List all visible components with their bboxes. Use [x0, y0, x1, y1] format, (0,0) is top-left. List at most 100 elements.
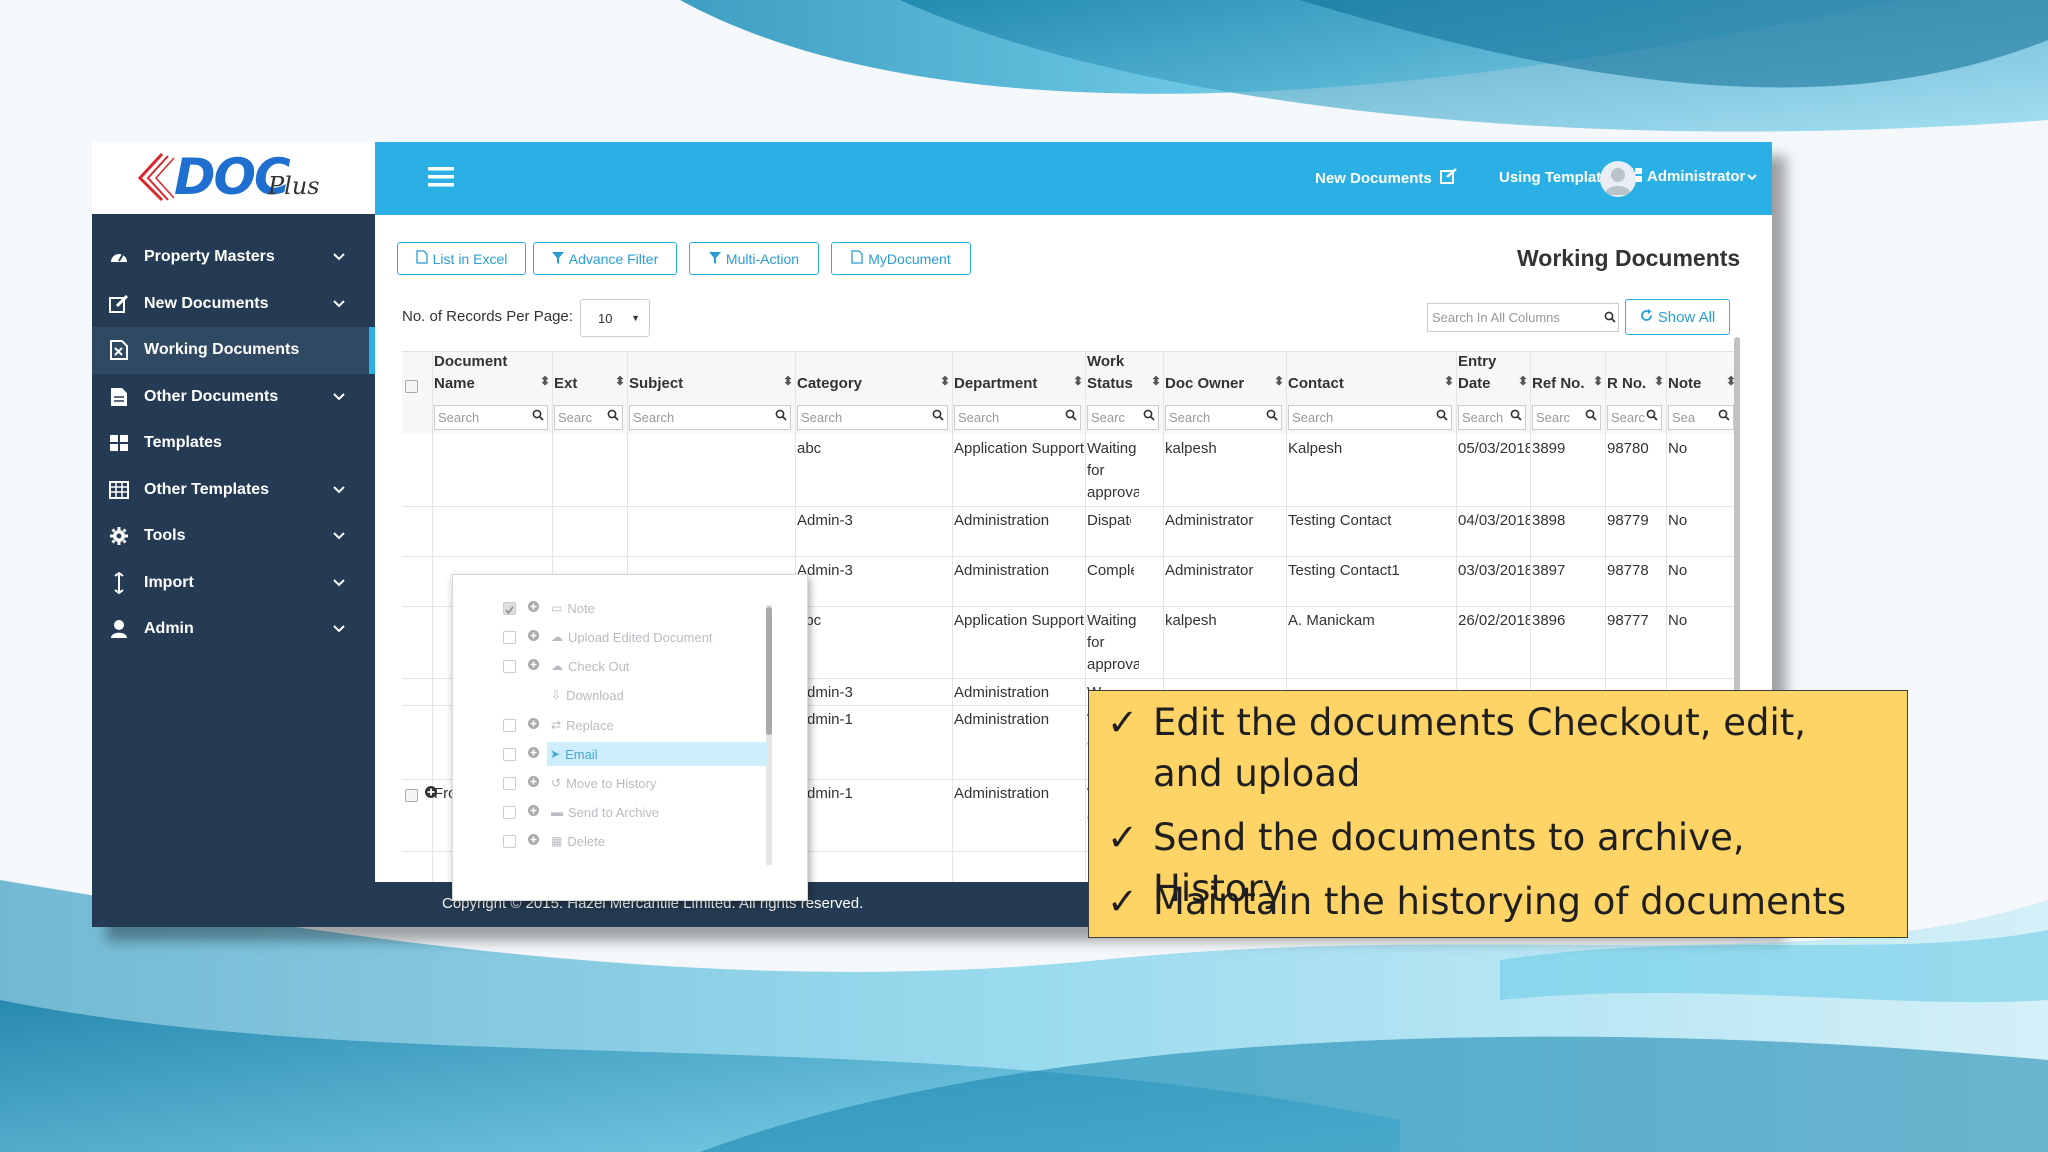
column-search-placeholder: Searc: [1091, 410, 1125, 425]
column-search-input[interactable]: Searc: [554, 405, 623, 430]
expand-plus-icon[interactable]: [527, 717, 540, 735]
popup-item-email[interactable]: ➤ Email: [547, 742, 767, 766]
table-cell: 98779: [1607, 512, 1649, 529]
column-header[interactable]: Doc Owner ⬍: [1163, 352, 1286, 400]
sidebar-item-import[interactable]: Import: [92, 560, 375, 607]
table-cell: 26/02/2018: [1458, 612, 1530, 629]
expand-plus-icon[interactable]: [527, 833, 540, 851]
table-cell: abc: [797, 440, 822, 457]
popup-row-checkbox[interactable]: [503, 748, 516, 761]
popup-row-checkbox[interactable]: [503, 835, 516, 848]
column-search-input[interactable]: Search: [629, 405, 791, 430]
sort-icon[interactable]: ⬍: [1444, 370, 1454, 392]
my-document-button[interactable]: MyDocument: [831, 242, 971, 275]
expand-plus-icon[interactable]: [527, 600, 540, 618]
column-search-input[interactable]: Search: [1165, 405, 1282, 430]
sidebar-item-other-templates[interactable]: Other Templates: [92, 467, 375, 514]
popup-item-send-to-archive[interactable]: ▬ Send to Archive: [548, 800, 763, 824]
list-in-excel-button[interactable]: List in Excel: [397, 242, 526, 275]
sort-icon[interactable]: ⬍: [1593, 370, 1603, 392]
popup-row-checkbox[interactable]: [503, 631, 516, 644]
popup-item-move-to-history[interactable]: ↺ Move to History: [548, 771, 763, 795]
column-header[interactable]: Subject ⬍: [627, 352, 795, 400]
column-search-input[interactable]: Sea: [1668, 405, 1734, 430]
sidebar-item-other-documents[interactable]: Other Documents: [92, 374, 375, 421]
column-search-input[interactable]: Searc: [1532, 405, 1601, 430]
expand-plus-icon[interactable]: [527, 775, 540, 793]
column-search-input[interactable]: Search: [434, 405, 548, 430]
avatar[interactable]: [1600, 161, 1636, 197]
sort-icon[interactable]: ⬍: [540, 370, 550, 392]
user-menu[interactable]: Administrator: [1647, 168, 1758, 185]
column-search-input[interactable]: Search: [954, 405, 1081, 430]
column-search-input[interactable]: Searc: [1607, 405, 1662, 430]
popup-item-check-out[interactable]: ☁ Check Out: [548, 654, 763, 678]
sort-icon[interactable]: ⬍: [615, 370, 625, 392]
popup-row-checkbox[interactable]: [503, 602, 516, 615]
row-checkbox[interactable]: [405, 789, 418, 802]
popup-item-note[interactable]: ▭ Note: [548, 596, 763, 620]
popup-item-delete[interactable]: ▦ Delete: [548, 829, 763, 853]
sidebar-item-admin[interactable]: Admin: [92, 606, 375, 653]
column-header[interactable]: Document Name ⬍: [432, 352, 552, 400]
show-all-button[interactable]: Show All: [1625, 299, 1730, 335]
edit-icon: [1439, 168, 1458, 188]
expand-plus-icon[interactable]: [527, 629, 540, 647]
sidebar-item-property-masters[interactable]: Property Masters: [92, 234, 375, 281]
column-search-input[interactable]: Search: [1458, 405, 1526, 430]
records-per-page-label: No. of Records Per Page:: [402, 308, 573, 325]
search-icon: [1510, 409, 1522, 424]
expand-plus-icon[interactable]: [424, 785, 438, 804]
column-search-input[interactable]: Search: [797, 405, 948, 430]
search-icon[interactable]: [1604, 310, 1616, 328]
search-icon: [775, 409, 787, 424]
sidebar-item-tools[interactable]: Tools: [92, 513, 375, 560]
hamburger-menu-icon[interactable]: [428, 166, 454, 193]
column-header[interactable]: Contact ⬍: [1286, 352, 1456, 400]
select-all-checkbox[interactable]: [405, 380, 418, 393]
popup-row-checkbox[interactable]: [503, 777, 516, 790]
expand-plus-icon[interactable]: [527, 658, 540, 676]
column-header[interactable]: Entry Date ⬍: [1456, 352, 1530, 400]
sort-icon[interactable]: ⬍: [1274, 370, 1284, 392]
popup-scrollbar[interactable]: [766, 607, 772, 735]
column-header[interactable]: Department ⬍: [952, 352, 1085, 400]
column-header[interactable]: R No. ⬍: [1605, 352, 1666, 400]
multi-action-button[interactable]: Multi-Action: [689, 242, 819, 275]
popup-row-checkbox[interactable]: [503, 806, 516, 819]
advance-filter-button[interactable]: Advance Filter: [533, 242, 677, 275]
popup-item-download[interactable]: ⇩ Download: [548, 683, 763, 707]
sort-icon[interactable]: ⬍: [1654, 370, 1664, 392]
new-documents-link[interactable]: New Documents: [1315, 168, 1458, 188]
popup-item-upload-edited-document[interactable]: ☁ Upload Edited Document: [548, 625, 763, 649]
popup-item-replace[interactable]: ⇄ Replace: [548, 713, 763, 737]
expand-plus-icon[interactable]: [527, 804, 540, 822]
sidebar-item-templates[interactable]: Templates: [92, 420, 375, 467]
logo[interactable]: DOC Plus: [92, 142, 375, 214]
sidebar-item-new-documents[interactable]: New Documents: [92, 281, 375, 328]
column-header[interactable]: Ref No. ⬍: [1530, 352, 1605, 400]
column-search-placeholder: Search: [633, 410, 675, 425]
sort-icon[interactable]: ⬍: [1073, 370, 1083, 392]
sidebar-item-working-documents[interactable]: Working Documents: [92, 327, 375, 374]
column-header[interactable]: Note ⬍: [1666, 352, 1738, 400]
sort-icon[interactable]: ⬍: [940, 370, 950, 392]
column-header[interactable]: Category ⬍: [795, 352, 952, 400]
records-per-page-select[interactable]: 10 ▼: [580, 299, 650, 337]
search-all-columns-input[interactable]: Search In All Columns: [1427, 303, 1619, 332]
sort-icon[interactable]: ⬍: [1151, 370, 1161, 392]
sort-icon[interactable]: ⬍: [783, 370, 793, 392]
column-search-input[interactable]: Searc: [1087, 405, 1159, 430]
column-search-placeholder: Search: [958, 410, 1000, 425]
column-header-label: Category: [797, 375, 863, 392]
popup-item-label: Move to History: [566, 775, 657, 791]
popup-row-checkbox[interactable]: [503, 660, 516, 673]
column-search-input[interactable]: Search: [1288, 405, 1452, 430]
filter-icon: [708, 251, 721, 267]
column-header[interactable]: Work Status ⬍: [1085, 352, 1163, 400]
table-cell: Admin-3: [797, 684, 853, 701]
sort-icon[interactable]: ⬍: [1518, 370, 1528, 392]
expand-plus-icon[interactable]: [527, 746, 540, 764]
popup-row-checkbox[interactable]: [503, 719, 516, 732]
column-header[interactable]: Ext ⬍: [552, 352, 627, 400]
